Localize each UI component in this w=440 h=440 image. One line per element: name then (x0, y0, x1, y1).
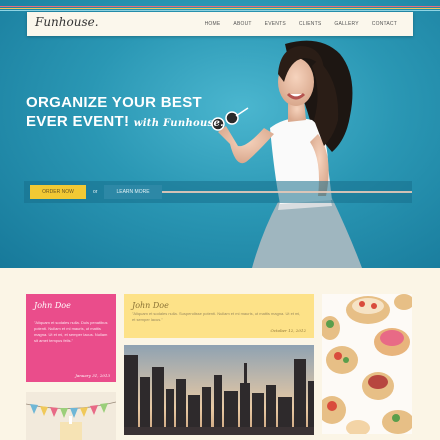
nav-item-contact[interactable]: CONTACT (372, 21, 397, 27)
nav-menu: HOME ABOUT EVENTS CLIENTS GALLERY CONTAC… (205, 12, 397, 36)
food-canapes-photo[interactable] (322, 294, 412, 434)
testimonial-name: John Doe (34, 301, 71, 310)
headline-line-1: ORGANIZE YOUR BEST (26, 94, 202, 111)
nav-item-gallery[interactable]: GALLERY (334, 21, 358, 27)
headline-line-2: EVER EVENT! with Funhouse. (26, 112, 224, 133)
headline-line-2-text: EVER EVENT! (26, 113, 130, 130)
headline-script: with Funhouse. (133, 118, 224, 129)
cta-divider-line (162, 191, 412, 193)
nav-item-events[interactable]: EVENTS (265, 21, 286, 27)
nav-item-home[interactable]: HOME (205, 21, 221, 27)
testimonial-card-pink: John Doe "Aliquam et sodales nulla. Duis… (26, 294, 116, 382)
testimonial-text: "Aliquam et sodales nulla. Duis penatibu… (34, 320, 108, 343)
hero-headline: ORGANIZE YOUR BEST EVER EVENT! with Funh… (26, 93, 224, 133)
hero-woman-photo (211, 40, 362, 268)
testimonial-text: "Aliquam et sodales nulla. Suspendisse p… (132, 311, 301, 322)
site-logo[interactable]: Funhouse. (35, 15, 99, 29)
learn-more-button[interactable]: LEARN MORE (104, 185, 162, 199)
stripe-blue (0, 10, 440, 11)
stripe-yellow (0, 8, 440, 9)
party-bunting-photo[interactable] (26, 392, 116, 440)
or-separator: or (93, 189, 98, 195)
testimonial-name: John Doe (132, 301, 169, 310)
nav-item-clients[interactable]: CLIENTS (299, 21, 322, 27)
top-navigation: Funhouse. HOME ABOUT EVENTS CLIENTS GALL… (27, 12, 413, 36)
city-skyline-photo[interactable] (124, 345, 314, 435)
order-now-button[interactable]: ORDER NOW (30, 185, 86, 199)
testimonial-date: October 12, 2012 (270, 328, 306, 333)
nav-item-about[interactable]: ABOUT (233, 21, 251, 27)
testimonial-card-yellow: John Doe "Aliquam et sodales nulla. Susp… (124, 294, 314, 338)
hero-banner: Funhouse. HOME ABOUT EVENTS CLIENTS GALL… (0, 0, 440, 268)
stripe-pink (0, 6, 440, 7)
testimonial-date: January 31, 2013 (75, 373, 110, 378)
